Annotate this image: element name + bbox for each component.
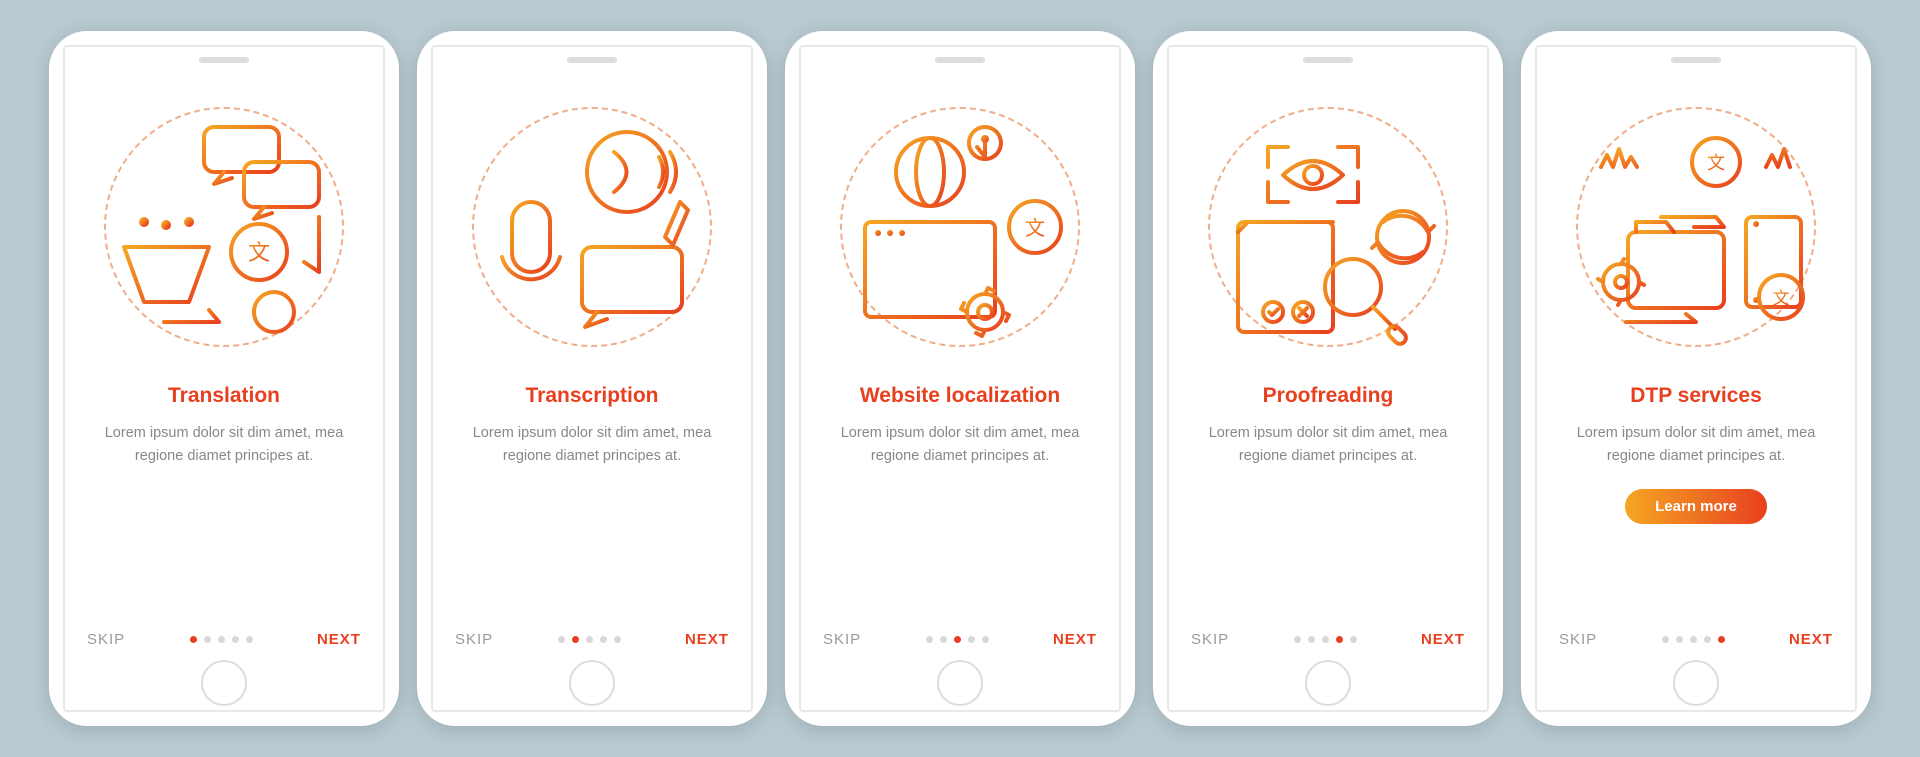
website-localization-icon: 文 <box>830 97 1090 357</box>
page-dots <box>558 636 621 643</box>
nav-bar: SKIP NEXT <box>87 631 361 648</box>
dot-1[interactable] <box>926 636 933 643</box>
dot-3[interactable] <box>954 636 961 643</box>
dot-3[interactable] <box>1690 636 1697 643</box>
svg-text:文: 文 <box>1773 289 1790 308</box>
next-button[interactable]: NEXT <box>685 631 729 648</box>
dot-5[interactable] <box>1350 636 1357 643</box>
dot-3[interactable] <box>1322 636 1329 643</box>
dot-5[interactable] <box>246 636 253 643</box>
screen-description: Lorem ipsum dolor sit dim amet, mea regi… <box>94 422 354 467</box>
skip-button[interactable]: SKIP <box>823 631 861 648</box>
phone-website-localization: 文 Website localization Lorem ipsum dolor… <box>785 31 1135 726</box>
dot-1[interactable] <box>1662 636 1669 643</box>
screen: Proofreading Lorem ipsum dolor sit dim a… <box>1167 45 1489 712</box>
next-button[interactable]: NEXT <box>1421 631 1465 648</box>
screen-description: Lorem ipsum dolor sit dim amet, mea regi… <box>1566 422 1826 467</box>
learn-more-button[interactable]: Learn more <box>1625 489 1767 524</box>
screen: Transcription Lorem ipsum dolor sit dim … <box>431 45 753 712</box>
phone-proofreading: Proofreading Lorem ipsum dolor sit dim a… <box>1153 31 1503 726</box>
dot-4[interactable] <box>968 636 975 643</box>
phone-translation: 文 Translation Lorem ipsum dolor sit dim … <box>49 31 399 726</box>
page-dots <box>190 636 253 643</box>
nav-bar: SKIP NEXT <box>1559 631 1833 648</box>
dot-4[interactable] <box>1336 636 1343 643</box>
website-localization-illustration: 文 <box>830 97 1090 357</box>
dot-4[interactable] <box>1704 636 1711 643</box>
nav-bar: SKIP NEXT <box>1191 631 1465 648</box>
dot-2[interactable] <box>940 636 947 643</box>
screen-title: DTP services <box>1630 383 1762 408</box>
next-button[interactable]: NEXT <box>317 631 361 648</box>
phone-mockup-row: 文 Translation Lorem ipsum dolor sit dim … <box>49 31 1871 726</box>
phone-transcription: Transcription Lorem ipsum dolor sit dim … <box>417 31 767 726</box>
dot-1[interactable] <box>558 636 565 643</box>
nav-bar: SKIP NEXT <box>823 631 1097 648</box>
svg-text:文: 文 <box>1707 153 1725 173</box>
proofreading-icon <box>1198 97 1458 357</box>
skip-button[interactable]: SKIP <box>1559 631 1597 648</box>
translation-illustration: 文 <box>94 97 354 357</box>
page-dots <box>926 636 989 643</box>
next-button[interactable]: NEXT <box>1053 631 1097 648</box>
screen-description: Lorem ipsum dolor sit dim amet, mea regi… <box>1198 422 1458 467</box>
next-button[interactable]: NEXT <box>1789 631 1833 648</box>
screen-title: Transcription <box>525 383 658 408</box>
dot-5[interactable] <box>982 636 989 643</box>
dtp-illustration: 文 文 <box>1566 97 1826 357</box>
dtp-icon: 文 文 <box>1566 97 1826 357</box>
dot-3[interactable] <box>218 636 225 643</box>
phone-dtp-services: 文 文 DTP services Lorem ipsum dolor sit d… <box>1521 31 1871 726</box>
svg-text:文: 文 <box>248 240 270 265</box>
dot-5[interactable] <box>1718 636 1725 643</box>
dot-2[interactable] <box>572 636 579 643</box>
transcription-icon <box>462 97 722 357</box>
dot-1[interactable] <box>190 636 197 643</box>
screen-description: Lorem ipsum dolor sit dim amet, mea regi… <box>830 422 1090 467</box>
translation-icon: 文 <box>94 97 354 357</box>
proofreading-illustration <box>1198 97 1458 357</box>
transcription-illustration <box>462 97 722 357</box>
screen: 文 Website localization Lorem ipsum dolor… <box>799 45 1121 712</box>
dot-2[interactable] <box>204 636 211 643</box>
svg-text:文: 文 <box>1025 217 1045 240</box>
skip-button[interactable]: SKIP <box>1191 631 1229 648</box>
dot-3[interactable] <box>586 636 593 643</box>
screen-description: Lorem ipsum dolor sit dim amet, mea regi… <box>462 422 722 467</box>
nav-bar: SKIP NEXT <box>455 631 729 648</box>
screen-title: Translation <box>168 383 280 408</box>
screen: 文 文 DTP services Lorem ipsum dolor sit d… <box>1535 45 1857 712</box>
page-dots <box>1294 636 1357 643</box>
dot-2[interactable] <box>1308 636 1315 643</box>
dot-4[interactable] <box>232 636 239 643</box>
skip-button[interactable]: SKIP <box>455 631 493 648</box>
screen: 文 Translation Lorem ipsum dolor sit dim … <box>63 45 385 712</box>
dot-1[interactable] <box>1294 636 1301 643</box>
dot-5[interactable] <box>614 636 621 643</box>
dot-2[interactable] <box>1676 636 1683 643</box>
skip-button[interactable]: SKIP <box>87 631 125 648</box>
dot-4[interactable] <box>600 636 607 643</box>
page-dots <box>1662 636 1725 643</box>
screen-title: Website localization <box>860 383 1060 408</box>
screen-title: Proofreading <box>1263 383 1394 408</box>
